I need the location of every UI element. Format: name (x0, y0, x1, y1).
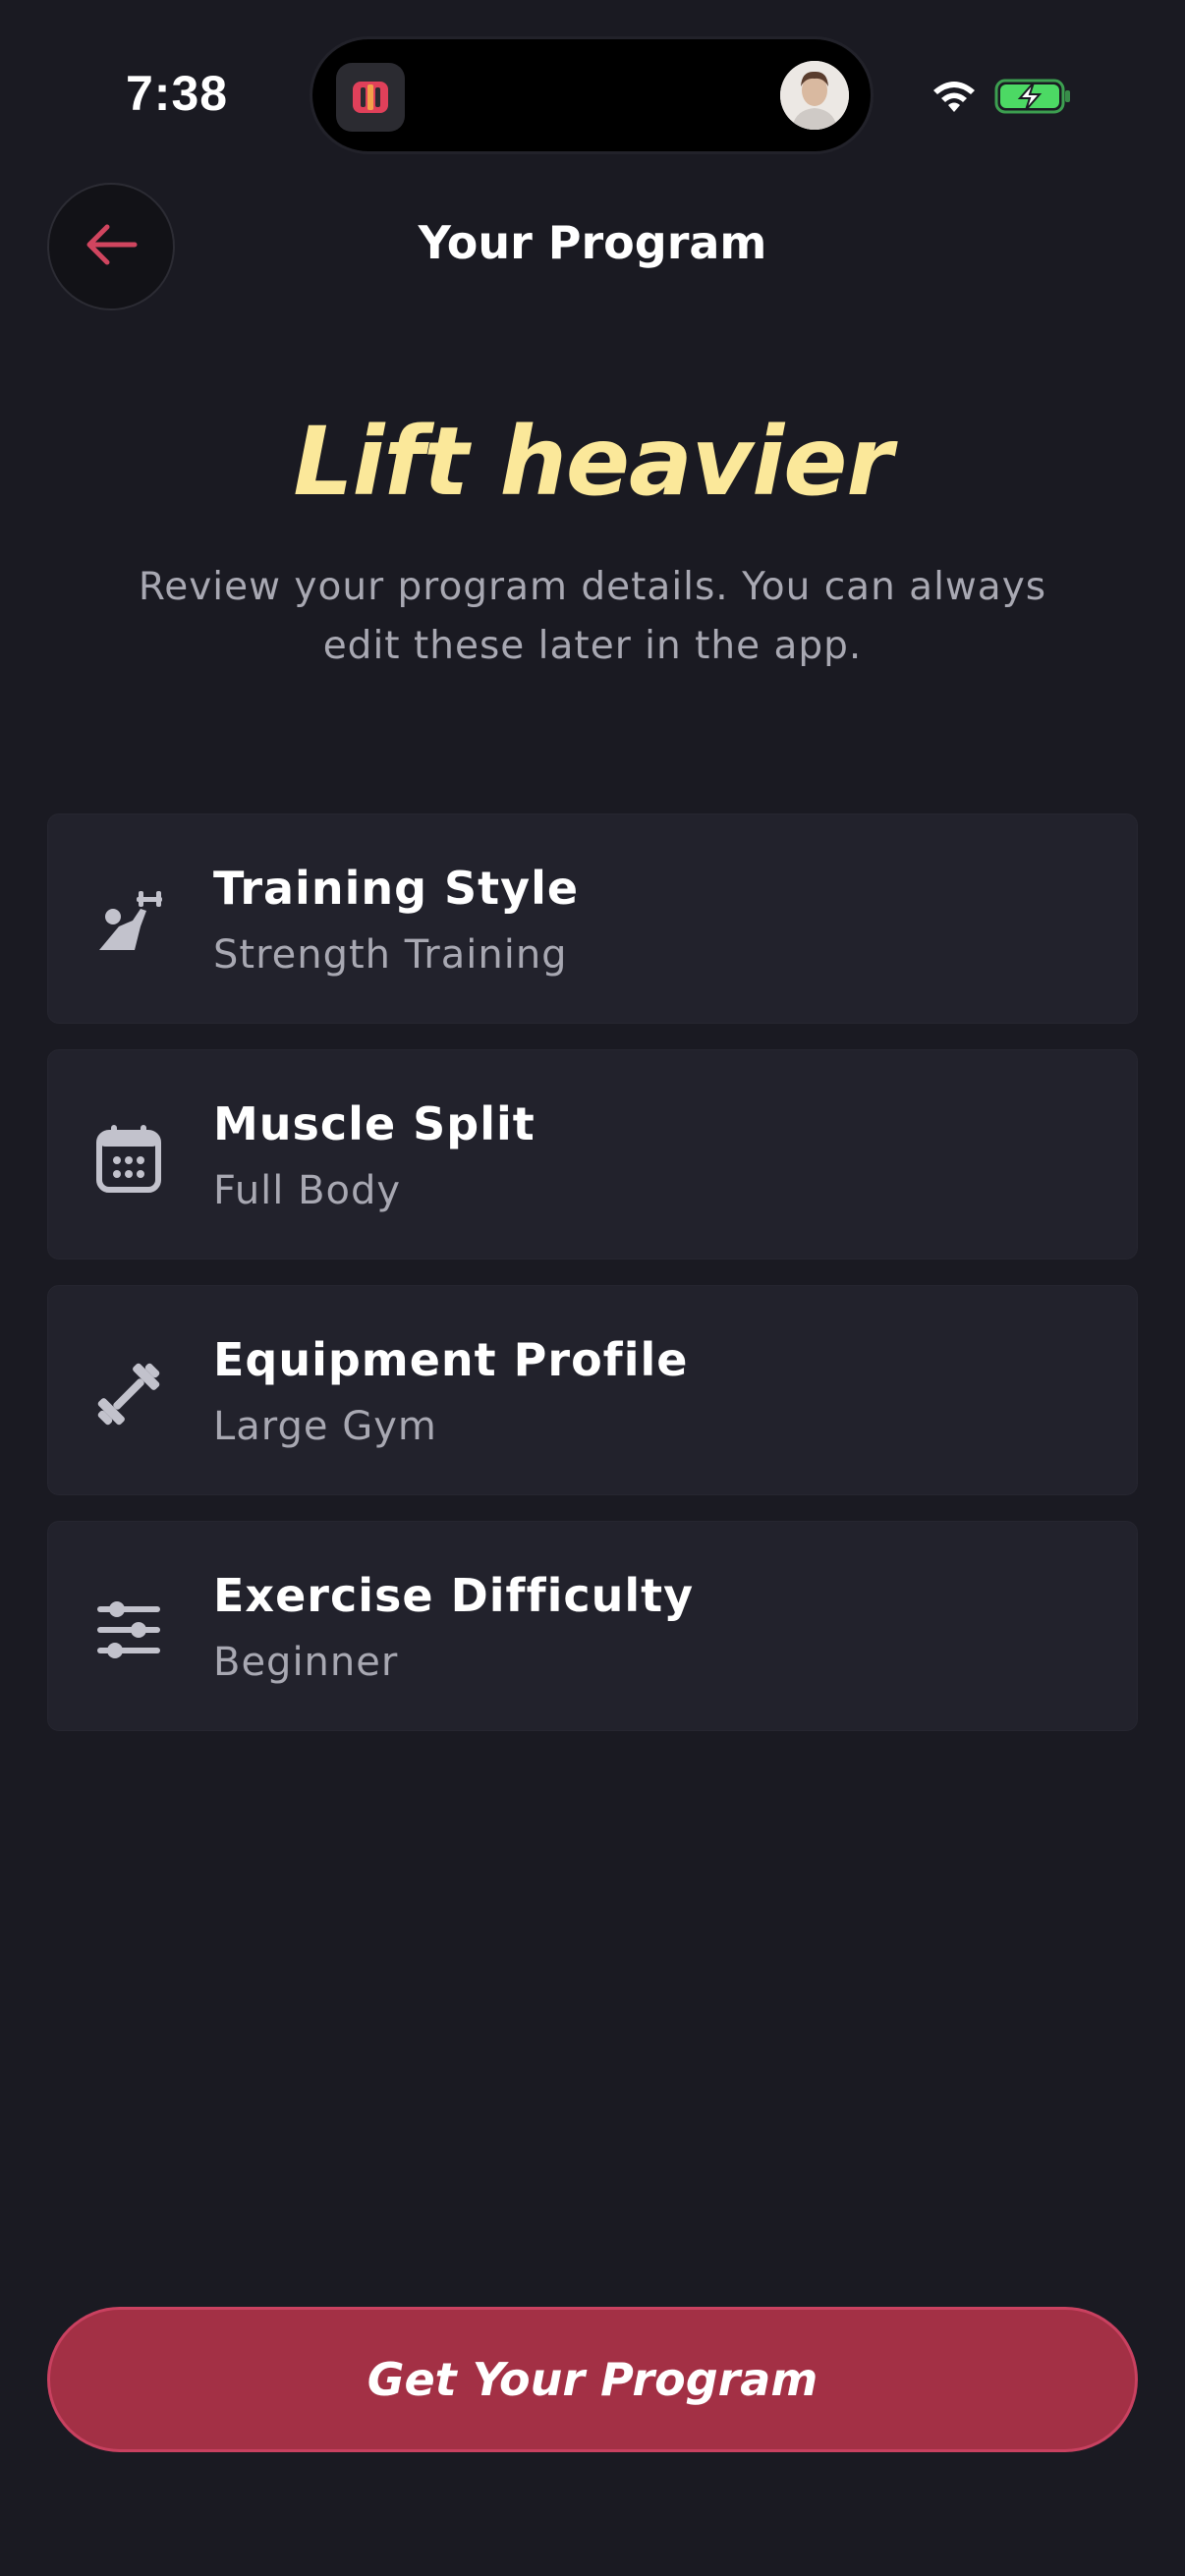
card-value: Strength Training (213, 932, 568, 978)
app-icon (336, 63, 405, 132)
weightlifter-icon (89, 883, 168, 962)
dynamic-island (312, 39, 871, 151)
dumbbell-icon (89, 1355, 168, 1433)
card-title: Training Style (213, 862, 580, 915)
calendar-icon (89, 1119, 168, 1198)
sliders-icon (89, 1591, 168, 1669)
battery-charging-icon (994, 77, 1073, 120)
hero-subtitle: Review your program details. You can alw… (138, 565, 1047, 668)
get-program-button[interactable]: Get Your Program (47, 2307, 1138, 2452)
page-title: Your Program (418, 216, 767, 269)
hero-title: Lift heavier (293, 407, 892, 517)
status-time: 7:38 (126, 66, 229, 121)
card-muscle-split[interactable]: Muscle Split Full Body (47, 1049, 1138, 1260)
card-equipment-profile[interactable]: Equipment Profile Large Gym (47, 1285, 1138, 1495)
card-training-style[interactable]: Training Style Strength Training (47, 813, 1138, 1024)
card-exercise-difficulty[interactable]: Exercise Difficulty Beginner (47, 1521, 1138, 1731)
card-title: Equipment Profile (213, 1333, 689, 1386)
card-value: Large Gym (213, 1404, 437, 1449)
card-value: Beginner (213, 1640, 399, 1685)
wifi-icon (930, 77, 979, 120)
card-title: Muscle Split (213, 1097, 536, 1150)
card-title: Exercise Difficulty (213, 1569, 695, 1622)
avatar (780, 61, 849, 130)
card-value: Full Body (213, 1168, 402, 1213)
